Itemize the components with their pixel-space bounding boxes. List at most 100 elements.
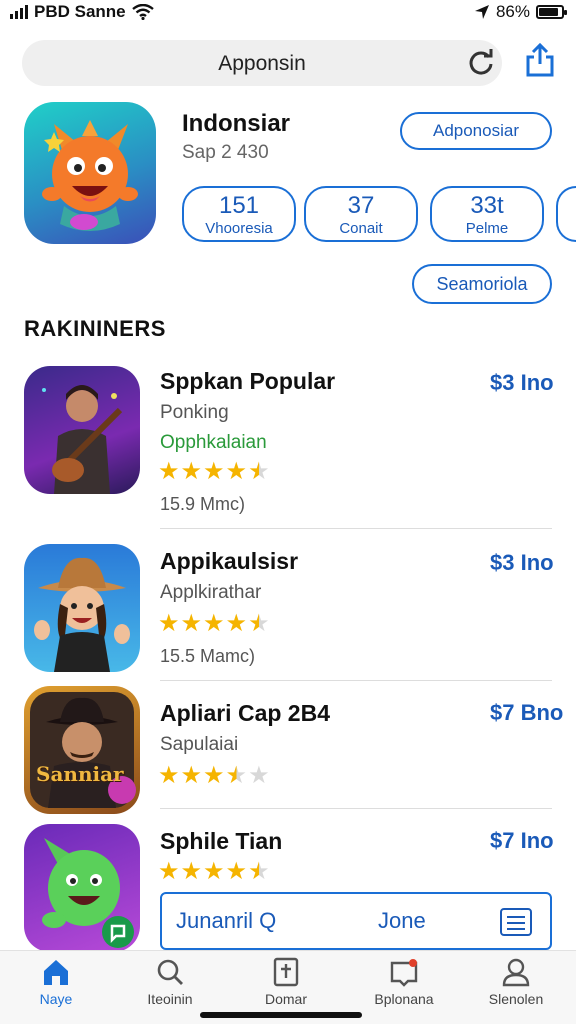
star-icon: ★ bbox=[225, 610, 248, 637]
star-icon: ★ bbox=[180, 762, 203, 789]
star-icon: ★ bbox=[203, 610, 225, 637]
book-icon bbox=[273, 957, 299, 987]
fire-monster-icon bbox=[42, 120, 138, 231]
rating-stars-2: ★ ★ ★ ★ ★ bbox=[158, 612, 270, 636]
search-input-text-2: Jone bbox=[378, 908, 426, 933]
see-all-button[interactable]: Seamoriola bbox=[412, 264, 552, 304]
star-icon: ★ bbox=[248, 458, 270, 485]
app-category-2: Applkirathar bbox=[160, 582, 262, 603]
row-divider bbox=[160, 528, 552, 529]
stat-value: 37 bbox=[347, 192, 375, 219]
app-category-3: Sapulaiai bbox=[160, 734, 239, 755]
rating-stars-1: ★ ★ ★ ★ ★ bbox=[158, 460, 270, 484]
app-icon-3-text: Sanniar bbox=[36, 762, 124, 786]
section-title: RAKININERS bbox=[24, 316, 166, 341]
star-icon: ★ bbox=[180, 610, 203, 637]
wifi-icon bbox=[131, 4, 154, 20]
person-icon bbox=[502, 958, 530, 987]
hero-app-subtitle: Sap 2 430 bbox=[182, 142, 269, 163]
app-title-3[interactable]: Apliari Cap 2B4 bbox=[160, 700, 330, 727]
detective-icon bbox=[30, 692, 136, 808]
stat-value: 151 bbox=[218, 192, 260, 219]
star-icon: ★ bbox=[180, 858, 203, 885]
battery-percent: 86% bbox=[495, 2, 530, 21]
star-icon: ★ bbox=[203, 858, 225, 885]
hero-stat-1[interactable]: 151 Vhooresia bbox=[182, 186, 296, 242]
star-icon: ★ bbox=[203, 458, 225, 485]
hero-get-button[interactable]: Adponosiar bbox=[400, 112, 552, 150]
star-icon: ★ bbox=[248, 762, 270, 789]
star-icon: ★ bbox=[248, 610, 270, 637]
tab-book[interactable]: Domar bbox=[236, 957, 336, 1007]
tab-label: Naye bbox=[39, 991, 73, 1007]
guitarist-icon bbox=[42, 385, 123, 494]
app-price-1[interactable]: $3 Ino bbox=[490, 370, 554, 396]
home-icon bbox=[44, 960, 68, 985]
stat-label: Vhooresia bbox=[205, 220, 273, 237]
star-icon: ★ bbox=[158, 458, 180, 485]
tab-label: Domar bbox=[264, 991, 307, 1007]
tab-label: Slenolen bbox=[488, 991, 544, 1007]
tab-search[interactable]: Iteoinin bbox=[120, 957, 220, 1007]
search-input[interactable]: Junanril Q Jone bbox=[160, 892, 552, 950]
address-bar[interactable]: Apponsin bbox=[22, 40, 502, 86]
app-title-2[interactable]: Appikaulsisr bbox=[160, 548, 298, 575]
signal-icon bbox=[10, 5, 28, 19]
star-icon: ★ bbox=[225, 858, 248, 885]
stat-value: 33t bbox=[470, 192, 504, 219]
battery-fill bbox=[539, 8, 558, 16]
star-icon: ★ bbox=[225, 762, 248, 789]
star-icon: ★ bbox=[158, 762, 180, 789]
tab-home[interactable]: Naye bbox=[6, 957, 106, 1007]
stat-label: Conait bbox=[339, 220, 383, 237]
hero-app-title: Indonsiar bbox=[182, 110, 291, 137]
app-icon-1[interactable] bbox=[24, 366, 140, 494]
star-icon: ★ bbox=[158, 610, 180, 637]
hero-stat-2[interactable]: 37 Conait bbox=[304, 186, 418, 242]
tab-inbox[interactable]: Bplonana bbox=[354, 957, 454, 1007]
app-category-1: Ponking bbox=[160, 402, 229, 423]
app-size-1: 15.9 Mmc) bbox=[160, 494, 246, 514]
app-title-1[interactable]: Sppkan Popular bbox=[160, 368, 335, 395]
status-left: PBD Sanne bbox=[10, 2, 154, 22]
app-title-4[interactable]: Sphile Tian bbox=[160, 828, 282, 855]
rating-stars-4: ★ ★ ★ ★ ★ bbox=[158, 860, 270, 884]
menu-icon[interactable] bbox=[500, 908, 532, 936]
app-tag-1: Opphkalaian bbox=[160, 432, 267, 453]
search-input-text: Junanril Q bbox=[176, 908, 277, 933]
app-price-2[interactable]: $3 Ino bbox=[490, 550, 554, 576]
inbox-icon bbox=[390, 959, 418, 987]
reload-icon[interactable] bbox=[466, 48, 496, 78]
app-price-3[interactable]: $7 Bno bbox=[490, 700, 563, 726]
address-text: Apponsin bbox=[218, 52, 306, 75]
battery-icon bbox=[536, 5, 567, 19]
cowboy-girl-icon bbox=[34, 557, 130, 672]
hero-stat-partial[interactable] bbox=[556, 186, 576, 242]
tab-label: Iteoinin bbox=[147, 991, 193, 1007]
app-size-2: 15.5 Mamc) bbox=[160, 646, 256, 666]
tab-label: Bplonana bbox=[374, 991, 434, 1007]
rating-stars-3: ★ ★ ★ ★ ★ bbox=[158, 764, 270, 788]
green-creature-icon bbox=[42, 838, 134, 948]
hero-stat-3[interactable]: 33t Pelme bbox=[430, 186, 544, 242]
star-icon: ★ bbox=[225, 458, 248, 485]
location-arrow-icon bbox=[474, 5, 489, 19]
tab-profile[interactable]: Slenolen bbox=[466, 957, 566, 1007]
app-icon-2[interactable] bbox=[24, 544, 140, 672]
app-icon-4[interactable] bbox=[24, 824, 140, 952]
row-divider bbox=[160, 808, 552, 809]
star-icon: ★ bbox=[203, 762, 225, 789]
hero-app-icon[interactable] bbox=[24, 102, 156, 244]
status-bar: PBD Sanne 86% bbox=[0, 0, 576, 26]
app-icon-3[interactable]: Sanniar bbox=[24, 686, 140, 814]
status-right: 86% bbox=[474, 2, 567, 22]
search-icon bbox=[157, 959, 183, 985]
home-indicator bbox=[200, 1012, 362, 1018]
star-icon: ★ bbox=[248, 858, 270, 885]
share-icon[interactable] bbox=[524, 42, 556, 78]
app-price-4[interactable]: $7 Ino bbox=[490, 828, 554, 854]
row-divider bbox=[160, 680, 552, 681]
star-icon: ★ bbox=[180, 458, 203, 485]
stat-label: Pelme bbox=[465, 220, 509, 237]
carrier-label: PBD Sanne bbox=[34, 2, 126, 21]
